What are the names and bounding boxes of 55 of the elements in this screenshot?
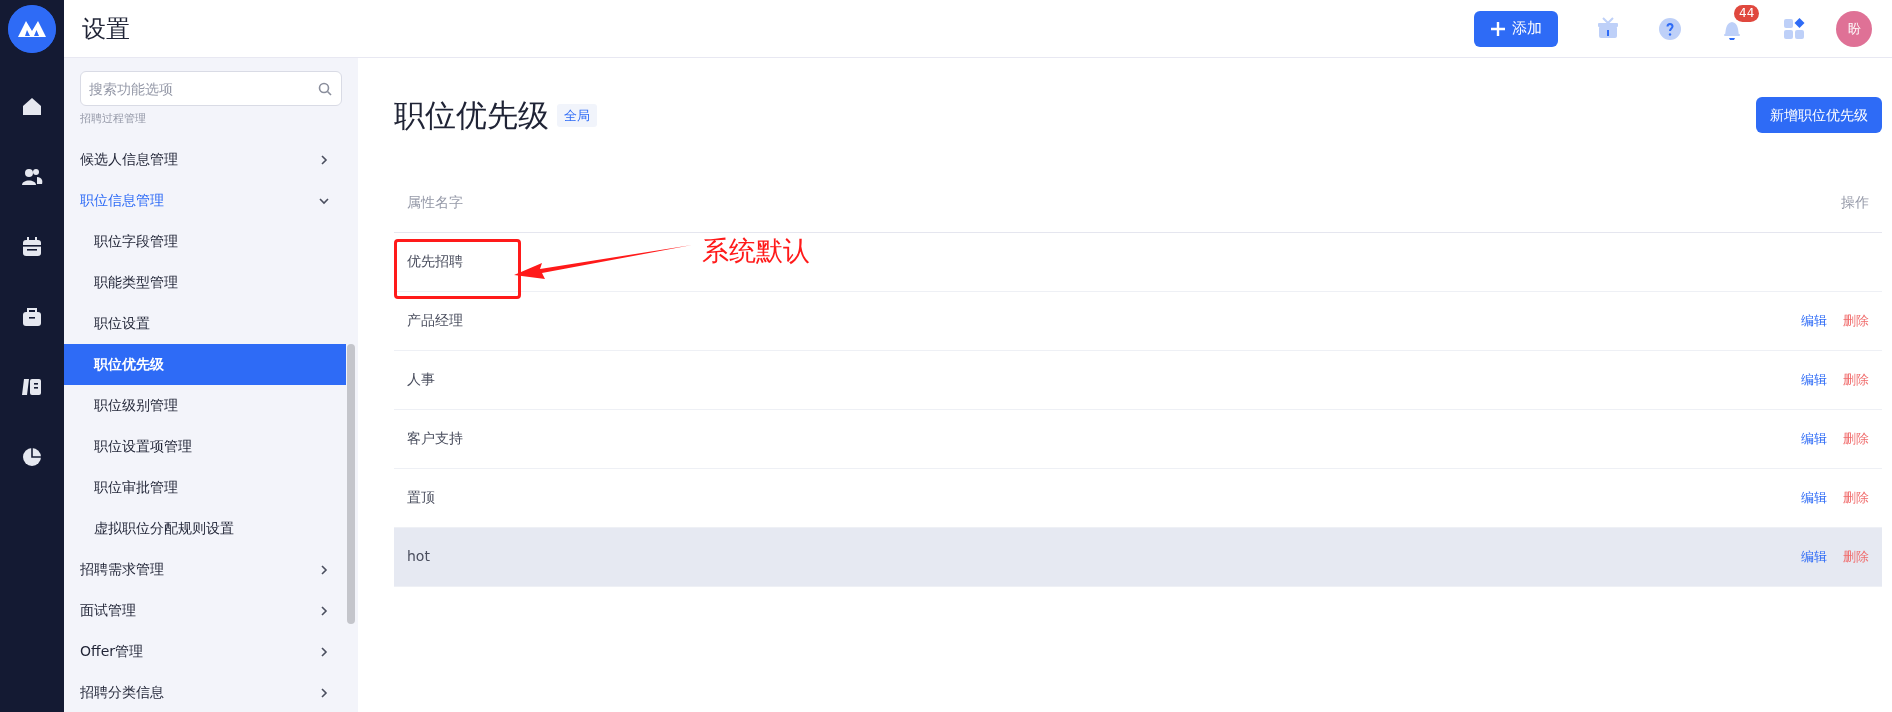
table-cell-text: 客户支持 [407,429,463,448]
sidebar-subitem[interactable]: 职位设置项管理 [64,426,346,467]
sidebar-subitem[interactable]: 职位审批管理 [64,467,346,508]
calendar-icon[interactable] [20,235,44,259]
chevron-right-icon [318,153,330,166]
chevron-right-icon [318,604,330,617]
sidebar-item[interactable]: 招聘需求管理 [80,559,164,580]
section-label: 招聘过程管理 [79,112,147,125]
sidebar-item[interactable]: 候选人信息管理 [80,149,178,170]
table-cell-text: 人事 [407,370,435,389]
logo-icon [8,5,56,53]
page-title: 设置 [82,13,130,45]
sidebar-item[interactable]: 面试管理 [80,600,136,621]
chevron-right-icon [318,686,330,699]
scrollbar[interactable] [347,344,355,624]
column-header: 操作 [1841,192,1869,212]
chevron-right-icon [318,645,330,658]
sidebar-item[interactable]: 招聘分类信息 [80,682,164,703]
plus-icon [1490,20,1506,37]
table-row[interactable]: 置顶 编辑 删除 [394,468,1882,528]
table-cell-text: hot [407,547,430,566]
briefcase-icon[interactable] [20,305,44,329]
help-icon[interactable] [1658,16,1682,41]
sidebar-item[interactable]: 职位信息管理 [80,190,164,211]
sidebar-subitem[interactable]: 职位优先级 [64,344,346,385]
pie-chart-icon[interactable] [20,445,44,469]
table-row[interactable]: 人事 编辑 删除 [394,350,1882,410]
notification-badge: 44 [1734,4,1760,22]
apps-icon[interactable] [1782,16,1806,41]
edit-link[interactable]: 编辑 [1801,310,1827,331]
edit-link[interactable]: 编辑 [1801,369,1827,390]
chevron-right-icon [318,563,330,576]
search-field[interactable]: 搜索功能选项 [80,71,342,106]
table-cell-text: 优先招聘 [407,252,463,271]
scope-tag: 全局 [557,103,597,127]
table-cell-text: 置顶 [407,488,435,507]
table-cell-text: 产品经理 [407,311,463,330]
edit-link[interactable]: 编辑 [1801,428,1827,449]
search-icon [318,82,332,96]
page-heading: 职位优先级 [394,96,549,135]
sidebar-subitem[interactable]: 职位字段管理 [64,221,346,262]
annotation-text: 系统默认 [702,233,810,268]
sidebar-subitem[interactable]: 虚拟职位分配规则设置 [64,508,346,549]
new-priority-button[interactable]: 新增职位优先级 [1756,97,1882,134]
edit-link[interactable]: 编辑 [1801,487,1827,508]
table-row[interactable]: 产品经理 编辑 删除 [394,291,1882,351]
column-header: 属性名字 [407,192,463,212]
edit-link[interactable]: 编辑 [1801,546,1827,567]
add-button[interactable]: 添加 [1474,10,1558,47]
table-row[interactable]: 客户支持 编辑 删除 [394,409,1882,469]
table-row[interactable]: hot 编辑 删除 [394,527,1882,587]
sidebar-item[interactable]: Offer管理 [80,641,144,662]
sidebar-subitem[interactable]: 职能类型管理 [64,262,346,303]
sidebar-subitem[interactable]: 职位设置 [64,303,346,344]
sidebar-subitem[interactable]: 职位级别管理 [64,385,346,426]
